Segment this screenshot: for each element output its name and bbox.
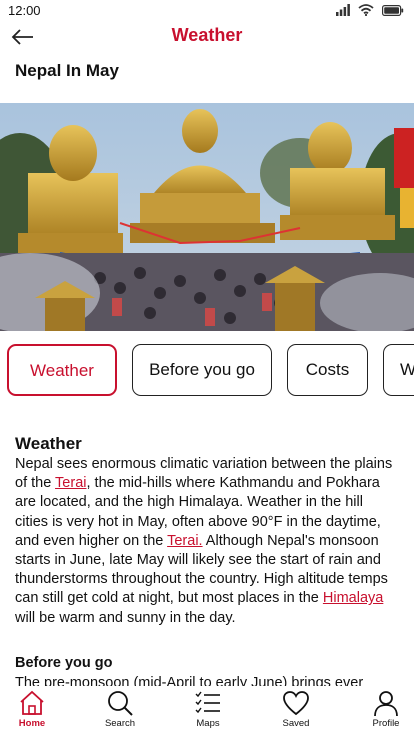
wifi-icon: [358, 4, 374, 16]
tab-bar: Weather Before you go Costs W: [7, 344, 414, 397]
tab-more[interactable]: W: [383, 344, 414, 396]
nav-home[interactable]: Home: [2, 686, 62, 729]
profile-icon: [374, 691, 398, 717]
search-icon: [108, 691, 133, 716]
weather-body: Nepal sees enormous climatic variation b…: [15, 455, 399, 628]
weather-text-4: will be warm and sunny in the day.: [15, 609, 236, 626]
page-title: Nepal In May: [15, 61, 119, 80]
tab-before-you-go[interactable]: Before you go: [132, 344, 272, 396]
weather-heading: Weather: [15, 434, 82, 453]
nav-maps-label: Maps: [196, 718, 220, 729]
heart-icon: [283, 691, 309, 716]
maps-list-icon: [195, 691, 220, 714]
tab-weather[interactable]: Weather: [7, 344, 117, 396]
tab-costs[interactable]: Costs: [287, 344, 368, 396]
nav-search[interactable]: Search: [90, 686, 150, 729]
nav-profile-label: Profile: [372, 718, 400, 729]
status-time: 12:00: [8, 3, 41, 18]
terai-link[interactable]: Terai: [55, 475, 86, 491]
status-icons: [336, 4, 404, 16]
signal-icon: [336, 4, 350, 16]
battery-icon: [382, 4, 404, 16]
home-icon: [20, 690, 44, 715]
nav-bar: Weather: [0, 22, 414, 54]
himalaya-link[interactable]: Himalaya: [323, 590, 383, 606]
nav-maps[interactable]: Maps: [178, 686, 238, 729]
hero-image: [0, 103, 414, 331]
nav-home-label: Home: [18, 718, 46, 729]
nav-search-label: Search: [104, 718, 136, 729]
terai-link-2[interactable]: Terai.: [167, 533, 202, 549]
nav-saved-label: Saved: [282, 718, 310, 729]
nav-saved[interactable]: Saved: [266, 686, 326, 729]
nav-profile[interactable]: Profile: [356, 686, 414, 729]
before-you-go-heading: Before you go: [15, 655, 113, 671]
header-title: Weather: [171, 25, 243, 45]
status-bar: 12:00: [0, 0, 414, 22]
bottom-nav: Home Search Maps Saved Profile: [0, 686, 414, 736]
